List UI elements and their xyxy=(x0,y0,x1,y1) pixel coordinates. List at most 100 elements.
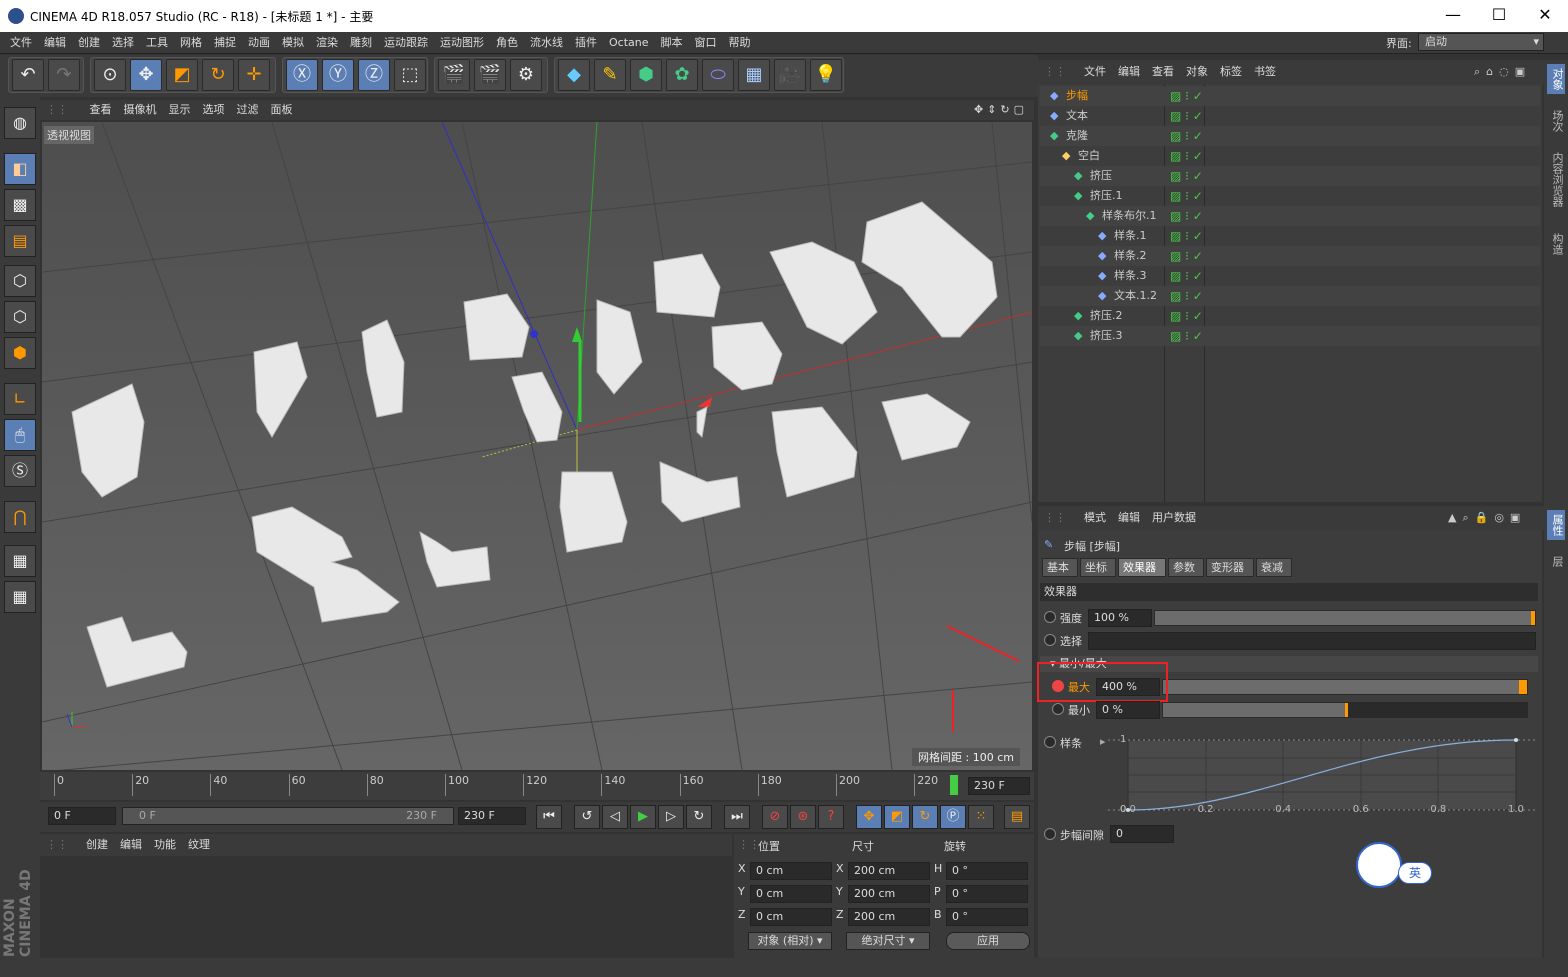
object-menu-item[interactable]: 书签 xyxy=(1248,60,1282,84)
keyframe-selection-icon[interactable]: ? xyxy=(818,805,844,829)
key-scale-icon[interactable]: ◩ xyxy=(884,805,910,829)
attribute-tab[interactable]: 基本 xyxy=(1042,558,1078,577)
polygons-mode-icon[interactable]: ⬢ xyxy=(4,337,36,369)
key-pla-icon[interactable]: ⁙ xyxy=(968,805,994,829)
visibility-check-icon[interactable]: ▨ ⁝ ✓ xyxy=(1170,266,1203,286)
visibility-check-icon[interactable]: ▨ ⁝ ✓ xyxy=(1170,206,1203,226)
camera-icon[interactable]: 🎥 xyxy=(774,59,806,91)
viewport-menu-item[interactable]: 过滤 xyxy=(231,100,265,120)
position-field[interactable]: 0 cm xyxy=(750,908,832,926)
menu-item[interactable]: 运动图形 xyxy=(434,32,490,54)
ime-widget[interactable]: 英 xyxy=(1356,842,1434,888)
deformer-icon[interactable]: ⬭ xyxy=(702,59,734,91)
object-tree-row[interactable]: ◆ 克隆 ▨ ⁝ ✓ xyxy=(1040,126,1540,146)
coord-mode-select[interactable]: 对象 (相对) ▾ xyxy=(748,932,832,950)
visibility-check-icon[interactable]: ▨ ⁝ ✓ xyxy=(1170,326,1203,346)
max-slider[interactable] xyxy=(1162,679,1528,695)
visibility-check-icon[interactable]: ▨ ⁝ ✓ xyxy=(1170,226,1203,246)
side-tab[interactable]: 层 xyxy=(1547,552,1565,571)
object-tree-row[interactable]: ◆ 挤压.1 ▨ ⁝ ✓ xyxy=(1040,186,1540,206)
rotate-icon[interactable]: ↻ xyxy=(202,59,234,91)
timeline-window-icon[interactable]: ▤ xyxy=(1004,805,1030,829)
object-menu-item[interactable]: 文件 xyxy=(1078,60,1112,84)
attribute-menu-item[interactable]: 模式 xyxy=(1078,506,1112,530)
visibility-check-icon[interactable]: ▨ ⁝ ✓ xyxy=(1170,186,1203,206)
side-tab[interactable]: 场次 xyxy=(1547,106,1565,136)
viewport-menu-item[interactable]: 面板 xyxy=(265,100,299,120)
redo-icon[interactable]: ↷ xyxy=(48,59,80,91)
lock-workplane-icon[interactable]: ▦ xyxy=(4,545,36,577)
min-slider[interactable] xyxy=(1162,702,1528,718)
attribute-tab[interactable]: 变形器 xyxy=(1206,558,1254,577)
play-icon[interactable]: ▶ xyxy=(630,805,656,829)
magnet-icon[interactable]: ⋂ xyxy=(4,501,36,533)
render-picture-viewer-icon[interactable]: 🎬 xyxy=(474,59,506,91)
frame-range-slider[interactable]: 0 F 230 F xyxy=(122,807,454,825)
object-menu-item[interactable]: 标签 xyxy=(1214,60,1248,84)
strength-field[interactable]: 100 % xyxy=(1088,609,1152,627)
end-frame-field[interactable]: 230 F xyxy=(458,807,526,825)
viewport-nav-icons[interactable]: ✥⇕↻▢ xyxy=(968,100,1034,120)
attribute-tab[interactable]: 效果器 xyxy=(1118,558,1166,577)
position-field[interactable]: 0 cm xyxy=(750,862,832,880)
visibility-check-icon[interactable]: ▨ ⁝ ✓ xyxy=(1170,126,1203,146)
prev-key-icon[interactable]: ↺ xyxy=(574,805,600,829)
attribute-tab[interactable]: 参数 xyxy=(1168,558,1204,577)
selection-radio[interactable] xyxy=(1044,634,1056,646)
rotation-field[interactable]: 0 ° xyxy=(946,908,1028,926)
menu-item[interactable]: 流水线 xyxy=(524,32,569,54)
x-axis-icon[interactable]: Ⓧ xyxy=(286,59,318,91)
menu-item[interactable]: 动画 xyxy=(242,32,276,54)
size-mode-select[interactable]: 绝对尺寸 ▾ xyxy=(846,932,930,950)
menu-item[interactable]: 创建 xyxy=(72,32,106,54)
menu-item[interactable]: 网格 xyxy=(174,32,208,54)
scale-icon[interactable]: ◩ xyxy=(166,59,198,91)
object-tree-row[interactable]: ◆ 文本 ▨ ⁝ ✓ xyxy=(1040,106,1540,126)
menu-item[interactable]: Octane xyxy=(603,32,655,54)
strength-radio[interactable] xyxy=(1044,611,1056,623)
min-field[interactable]: 0 % xyxy=(1096,701,1160,719)
make-editable-icon[interactable]: ◍ xyxy=(4,107,36,139)
menu-item[interactable]: 捕捉 xyxy=(208,32,242,54)
key-rotation-icon[interactable]: ↻ xyxy=(912,805,938,829)
attribute-tab[interactable]: 衰减 xyxy=(1256,558,1292,577)
size-field[interactable]: 200 cm xyxy=(848,862,930,880)
subdivision-icon[interactable]: ⬢ xyxy=(630,59,662,91)
side-tab[interactable]: 内容浏览器 xyxy=(1547,148,1565,211)
object-tree-row[interactable]: ◆ 样条布尔.1 ▨ ⁝ ✓ xyxy=(1040,206,1540,226)
side-tab[interactable]: 构造 xyxy=(1547,229,1565,259)
maximize-button[interactable]: ☐ xyxy=(1476,0,1522,32)
prev-frame-icon[interactable]: ◁ xyxy=(602,805,628,829)
attribute-nav-icons[interactable]: ▲⌕🔒◎▣ xyxy=(1442,506,1532,530)
y-axis-icon[interactable]: Ⓨ xyxy=(322,59,354,91)
viewport-menu-item[interactable]: 选项 xyxy=(197,100,231,120)
edges-mode-icon[interactable]: ⬡ xyxy=(4,301,36,333)
menu-item[interactable]: 雕刻 xyxy=(344,32,378,54)
live-select-icon[interactable]: ⊙ xyxy=(94,59,126,91)
menu-item[interactable]: 角色 xyxy=(490,32,524,54)
position-field[interactable]: 0 cm xyxy=(750,885,832,903)
step-gap-field[interactable]: 0 xyxy=(1110,825,1174,843)
points-mode-icon[interactable]: ⬡ xyxy=(4,265,36,297)
model-mode-icon[interactable]: ◧ xyxy=(4,153,36,185)
undo-icon[interactable]: ↶ xyxy=(12,59,44,91)
texture-mode-icon[interactable]: ▩ xyxy=(4,189,36,221)
autokey-icon[interactable]: ⊛ xyxy=(790,805,816,829)
visibility-check-icon[interactable]: ▨ ⁝ ✓ xyxy=(1170,306,1203,326)
selection-field[interactable] xyxy=(1088,632,1536,650)
object-tree-row[interactable]: ◆ 挤压.2 ▨ ⁝ ✓ xyxy=(1040,306,1540,326)
pen-icon[interactable]: ✎ xyxy=(594,59,626,91)
size-field[interactable]: 200 cm xyxy=(848,885,930,903)
visibility-check-icon[interactable]: ▨ ⁝ ✓ xyxy=(1170,146,1203,166)
timeline-ruler[interactable]: 0 20 40 60 80 100 120 140 160 180 200 220 230 F xyxy=(40,772,1034,800)
key-param-icon[interactable]: Ⓟ xyxy=(940,805,966,829)
axis-mode-icon[interactable]: ∟ xyxy=(4,383,36,415)
menu-item[interactable]: 窗口 xyxy=(689,32,723,54)
object-tree-row[interactable]: ◆ 步幅 ▨ ⁝ ✓ xyxy=(1040,86,1540,106)
spline-graph[interactable]: 1 0 0.0 0.2 0.4 0.6 0.8 1.0 xyxy=(1108,732,1538,818)
minimize-button[interactable]: — xyxy=(1430,0,1476,32)
snap-icon[interactable]: Ⓢ xyxy=(4,455,36,487)
material-menu-item[interactable]: 纹理 xyxy=(182,834,216,856)
object-menu-item[interactable]: 编辑 xyxy=(1112,60,1146,84)
viewport-menu-item[interactable]: 显示 xyxy=(163,100,197,120)
